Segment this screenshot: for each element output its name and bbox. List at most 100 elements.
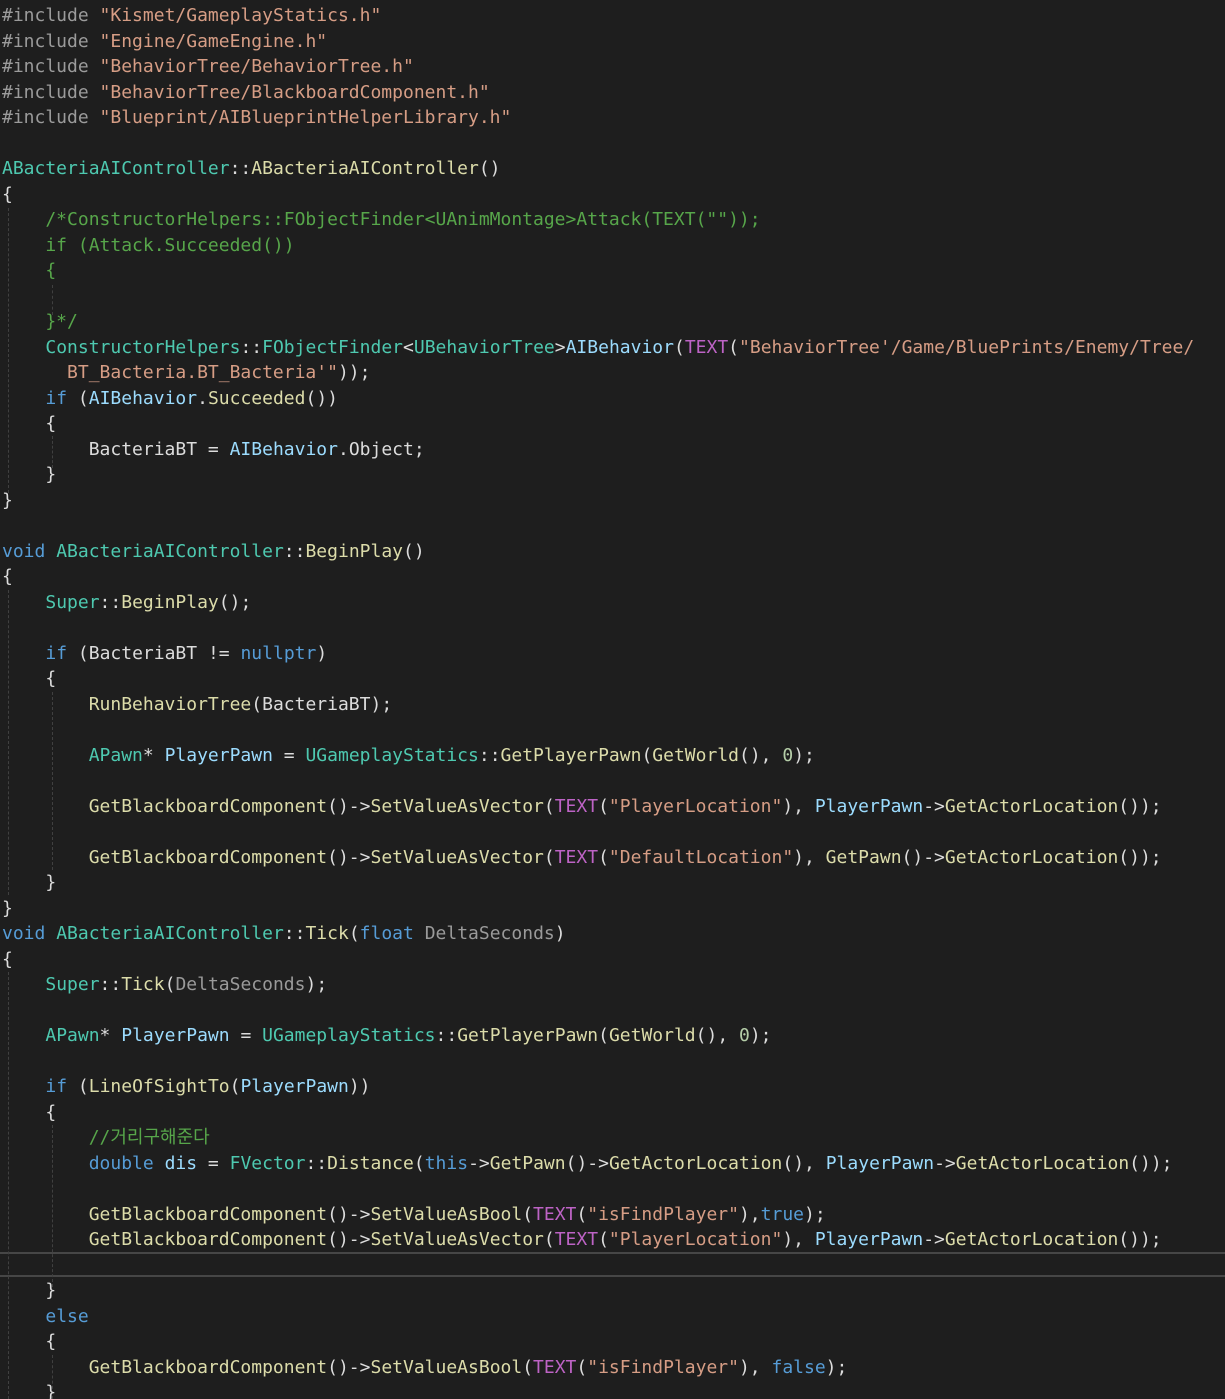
code-line[interactable]: ​ [2,1253,1194,1279]
code-token: ( [251,693,263,715]
code-token: :: [99,591,122,613]
code-token: . [197,387,208,409]
code-token: float [359,923,414,944]
code-token: ABacteriaAIController [56,540,284,562]
code-token: != [197,642,241,664]
code-token: "BehaviorTree/BlackboardComponent.h" [99,81,490,103]
code-line[interactable]: { [2,1100,1194,1126]
code-line[interactable]: double dis = FVector::Distance(this->Get… [2,1151,1194,1177]
code-line[interactable]: { [2,258,1194,284]
code-line[interactable]: Super::BeginPlay(); [2,590,1194,616]
code-line[interactable]: ​ [2,513,1194,539]
code-token: #include [2,107,100,128]
code-token: Super [45,974,100,995]
code-editor[interactable]: #include "Kismet/GameplayStatics.h" #incl… [0,0,1225,1399]
code-token: ABacteriaAIController [251,158,479,179]
code-line[interactable]: BT_Bacteria.BT_Bacteria'")); [2,360,1194,386]
code-line[interactable]: else [2,1304,1194,1330]
code-line[interactable]: { [2,666,1194,692]
code-line[interactable]: /*ConstructorHelpers::FObjectFinder<UAni… [2,207,1194,233]
code-line[interactable]: ​ [2,1176,1194,1202]
code-token: GetWorld [608,1025,696,1046]
code-line[interactable]: { [2,1329,1194,1355]
code-line[interactable]: ConstructorHelpers::FObjectFinder<UBehav… [2,335,1194,361]
code-token: GetBlackboardComponent [88,846,328,868]
code-line[interactable]: if (LineOfSightTo(PlayerPawn)) [2,1074,1194,1100]
code-line[interactable]: GetBlackboardComponent()->SetValueAsBool… [2,1202,1194,1228]
code-line[interactable]: } [2,1278,1194,1304]
code-token: ); [825,1356,848,1378]
code-token: } [2,464,57,485]
code-line[interactable]: RunBehaviorTree(BacteriaBT); [2,692,1194,718]
code-token: ()) [305,387,339,409]
code-line[interactable]: #include "Engine/GameEngine.h" [2,29,1194,55]
code-token: Distance [327,1152,414,1174]
code-line[interactable]: { [2,411,1194,437]
code-token: GetActorLocation [944,795,1119,817]
code-line[interactable]: ​ [2,819,1194,845]
code-token: "PlayerLocation" [608,795,783,817]
code-line[interactable]: } [2,488,1194,514]
code-line[interactable]: GetBlackboardComponent()->SetValueAsBool… [2,1355,1194,1381]
code-token: #include [2,56,100,77]
code-line[interactable]: ​ [2,768,1194,794]
code-line[interactable]: APawn* PlayerPawn = UGameplayStatics::Ge… [2,743,1194,769]
code-line[interactable]: { [2,947,1194,973]
code-line[interactable]: Super::Tick(DeltaSeconds); [2,972,1194,998]
code-line[interactable]: BacteriaBT = AIBehavior.Object; [2,437,1194,463]
code-line[interactable]: ​ [2,717,1194,743]
code-token: ( [522,1356,534,1378]
code-line[interactable]: //거리구해준다 [2,1125,1194,1151]
code-line[interactable]: ABacteriaAIController::ABacteriaAIContro… [2,156,1194,182]
code-line[interactable]: void ABacteriaAIController::BeginPlay() [2,539,1194,565]
code-line[interactable]: ​ [2,131,1194,157]
code-token: this [424,1152,469,1174]
code-line[interactable]: APawn* PlayerPawn = UGameplayStatics::Ge… [2,1023,1194,1049]
code-line[interactable]: ​ [2,998,1194,1024]
code-line[interactable]: GetBlackboardComponent()->SetValueAsVect… [2,1227,1194,1253]
code-token: { [2,1101,57,1123]
code-line[interactable]: #include "Kismet/GameplayStatics.h" [2,3,1194,29]
code-line[interactable]: #include "Blueprint/AIBlueprintHelperLib… [2,105,1194,131]
code-line[interactable]: if (BacteriaBT != nullptr) [2,641,1194,667]
code-token: UGameplayStatics [305,744,479,766]
code-line[interactable]: { [2,182,1194,208]
code-line[interactable]: } [2,462,1194,488]
code-token: else [45,1305,89,1327]
code-token: -> [923,795,945,817]
code-token: SetValueAsVector [370,795,544,817]
code-line[interactable]: if (Attack.Succeeded()) [2,233,1194,259]
code-token: ( [543,846,555,868]
code-line[interactable]: } [2,870,1194,896]
code-line[interactable]: GetBlackboardComponent()->SetValueAsVect… [2,845,1194,871]
code-token: false [771,1356,826,1378]
code-token: { [2,260,57,281]
code-token: AIBehavior [88,387,198,409]
code-line[interactable]: if (AIBehavior.Succeeded()) [2,386,1194,412]
code-token: Succeeded [207,387,306,409]
code-line[interactable]: ​ [2,284,1194,310]
code-token: ConstructorHelpers [45,336,241,358]
code-token: TEXT [533,1356,577,1378]
code-token: { [2,668,57,689]
code-line[interactable]: ​ [2,615,1194,641]
code-token: :: [283,923,306,944]
code-token: GetBlackboardComponent [88,1356,328,1378]
code-line[interactable]: { [2,564,1194,590]
code-token: GetBlackboardComponent [88,1229,328,1250]
code-line[interactable]: ​ [2,1049,1194,1075]
code-line[interactable]: } [2,896,1194,922]
code-line[interactable]: }*/ [2,309,1194,335]
code-token: . [337,438,349,460]
code-line[interactable]: } [2,1380,1194,1399]
code-line[interactable]: void ABacteriaAIController::Tick(float D… [2,921,1194,947]
code-token: * [99,1025,122,1046]
code-area[interactable]: #include "Kismet/GameplayStatics.h" #incl… [2,3,1194,1399]
code-line[interactable]: #include "BehaviorTree/BehaviorTree.h" [2,54,1194,80]
code-token: ()-> [327,1356,371,1378]
code-token: DeltaSeconds [424,923,555,944]
code-line[interactable]: #include "BehaviorTree/BlackboardCompone… [2,80,1194,106]
code-line[interactable]: GetBlackboardComponent()->SetValueAsVect… [2,794,1194,820]
